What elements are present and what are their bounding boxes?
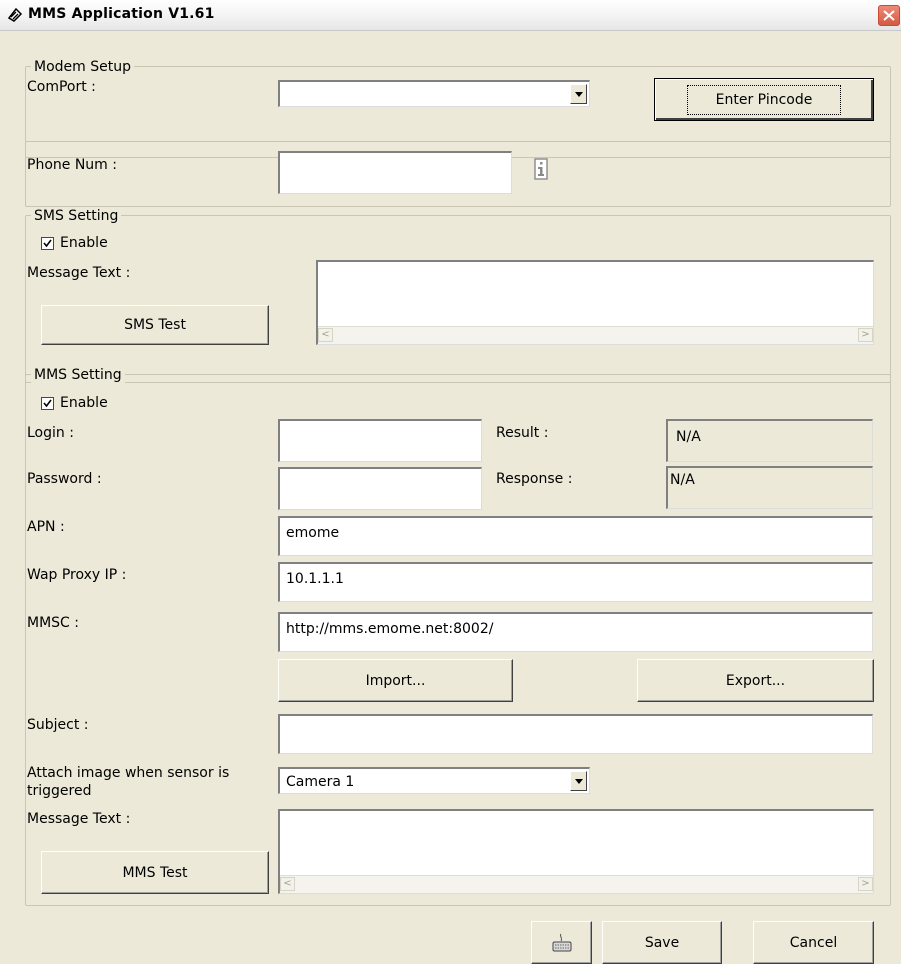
mms-test-label: MMS Test [122, 864, 188, 881]
chevron-down-icon[interactable] [570, 771, 587, 791]
mms-enable-box[interactable] [41, 396, 54, 410]
comport-select[interactable] [278, 80, 590, 107]
cancel-label: Cancel [789, 934, 838, 951]
attach-image-label: Attach image when sensor is triggered [27, 765, 230, 799]
close-button[interactable] [878, 5, 900, 26]
result-field: N/A [666, 419, 873, 462]
app-window: MMS Application V1.61 Modem Setup ComPor… [0, 0, 901, 964]
checkmark-icon [43, 239, 52, 247]
mms-enable-label: Enable [60, 395, 108, 411]
login-label: Login : [27, 425, 74, 441]
export-button[interactable]: Export... [637, 659, 874, 702]
client-area: Modem Setup ComPort : Enter Pincode Phon… [9, 30, 892, 964]
comport-label: ComPort : [27, 79, 96, 95]
checkmark-icon [43, 399, 52, 407]
keyboard-button[interactable] [531, 921, 592, 964]
import-button[interactable]: Import... [278, 659, 513, 702]
save-label: Save [644, 934, 680, 951]
mmsc-input[interactable]: http://mms.emome.net:8002/ [278, 612, 873, 652]
apn-label: APN : [27, 519, 65, 535]
mms-enable-checkbox[interactable]: Enable [41, 394, 108, 412]
phone-input[interactable] [278, 151, 512, 194]
chevron-down-icon[interactable] [570, 84, 587, 104]
modem-setup-legend: Modem Setup [31, 58, 134, 76]
phone-label: Phone Num : [27, 157, 117, 173]
response-field: N/A [666, 466, 873, 509]
enter-pincode-button[interactable]: Enter Pincode [654, 78, 874, 121]
mms-message-label: Message Text : [27, 811, 131, 827]
subject-label: Subject : [27, 717, 89, 733]
attach-image-select[interactable]: Camera 1 [278, 767, 590, 794]
sms-message-label: Message Text : [27, 265, 131, 281]
info-icon[interactable] [534, 158, 548, 180]
save-button[interactable]: Save [602, 921, 722, 964]
mms-message-textarea[interactable]: < > [278, 809, 874, 894]
login-input[interactable] [278, 419, 482, 462]
sms-test-label: SMS Test [124, 317, 186, 333]
import-label: Import... [365, 672, 426, 689]
cancel-button[interactable]: Cancel [753, 921, 874, 964]
password-label: Password : [27, 471, 102, 487]
close-icon [883, 10, 895, 21]
sms-message-scrollbar[interactable]: < > [318, 326, 873, 344]
scroll-right-icon[interactable]: > [858, 328, 873, 342]
sms-setting-legend: SMS Setting [31, 207, 122, 225]
mms-test-button[interactable]: MMS Test [41, 851, 269, 894]
sms-enable-label: Enable [60, 235, 108, 251]
sms-enable-box[interactable] [41, 236, 54, 250]
wap-proxy-label: Wap Proxy IP : [27, 567, 127, 583]
wap-proxy-input[interactable]: 10.1.1.1 [278, 562, 873, 602]
export-label: Export... [725, 672, 786, 689]
enter-pincode-label: Enter Pincode [686, 84, 842, 115]
mms-message-scrollbar[interactable]: < > [280, 875, 873, 893]
keyboard-icon [552, 933, 571, 951]
response-label: Response : [496, 471, 573, 487]
mmsc-label: MMSC : [27, 615, 79, 631]
title-bar[interactable]: MMS Application V1.61 [0, 0, 901, 31]
scroll-left-icon[interactable]: < [280, 877, 295, 891]
scroll-left-icon[interactable]: < [318, 328, 333, 342]
app-icon [7, 7, 23, 22]
sms-test-button[interactable]: SMS Test [41, 305, 269, 345]
apn-input[interactable]: emome [278, 516, 873, 556]
mms-setting-legend: MMS Setting [31, 366, 125, 384]
attach-image-value: Camera 1 [286, 774, 355, 790]
scroll-right-icon[interactable]: > [858, 877, 873, 891]
sms-enable-checkbox[interactable]: Enable [41, 234, 108, 252]
result-label: Result : [496, 425, 549, 441]
window-title: MMS Application V1.61 [28, 6, 215, 22]
subject-input[interactable] [278, 714, 873, 754]
sms-message-textarea[interactable]: < > [316, 260, 874, 345]
password-input[interactable] [278, 467, 482, 510]
